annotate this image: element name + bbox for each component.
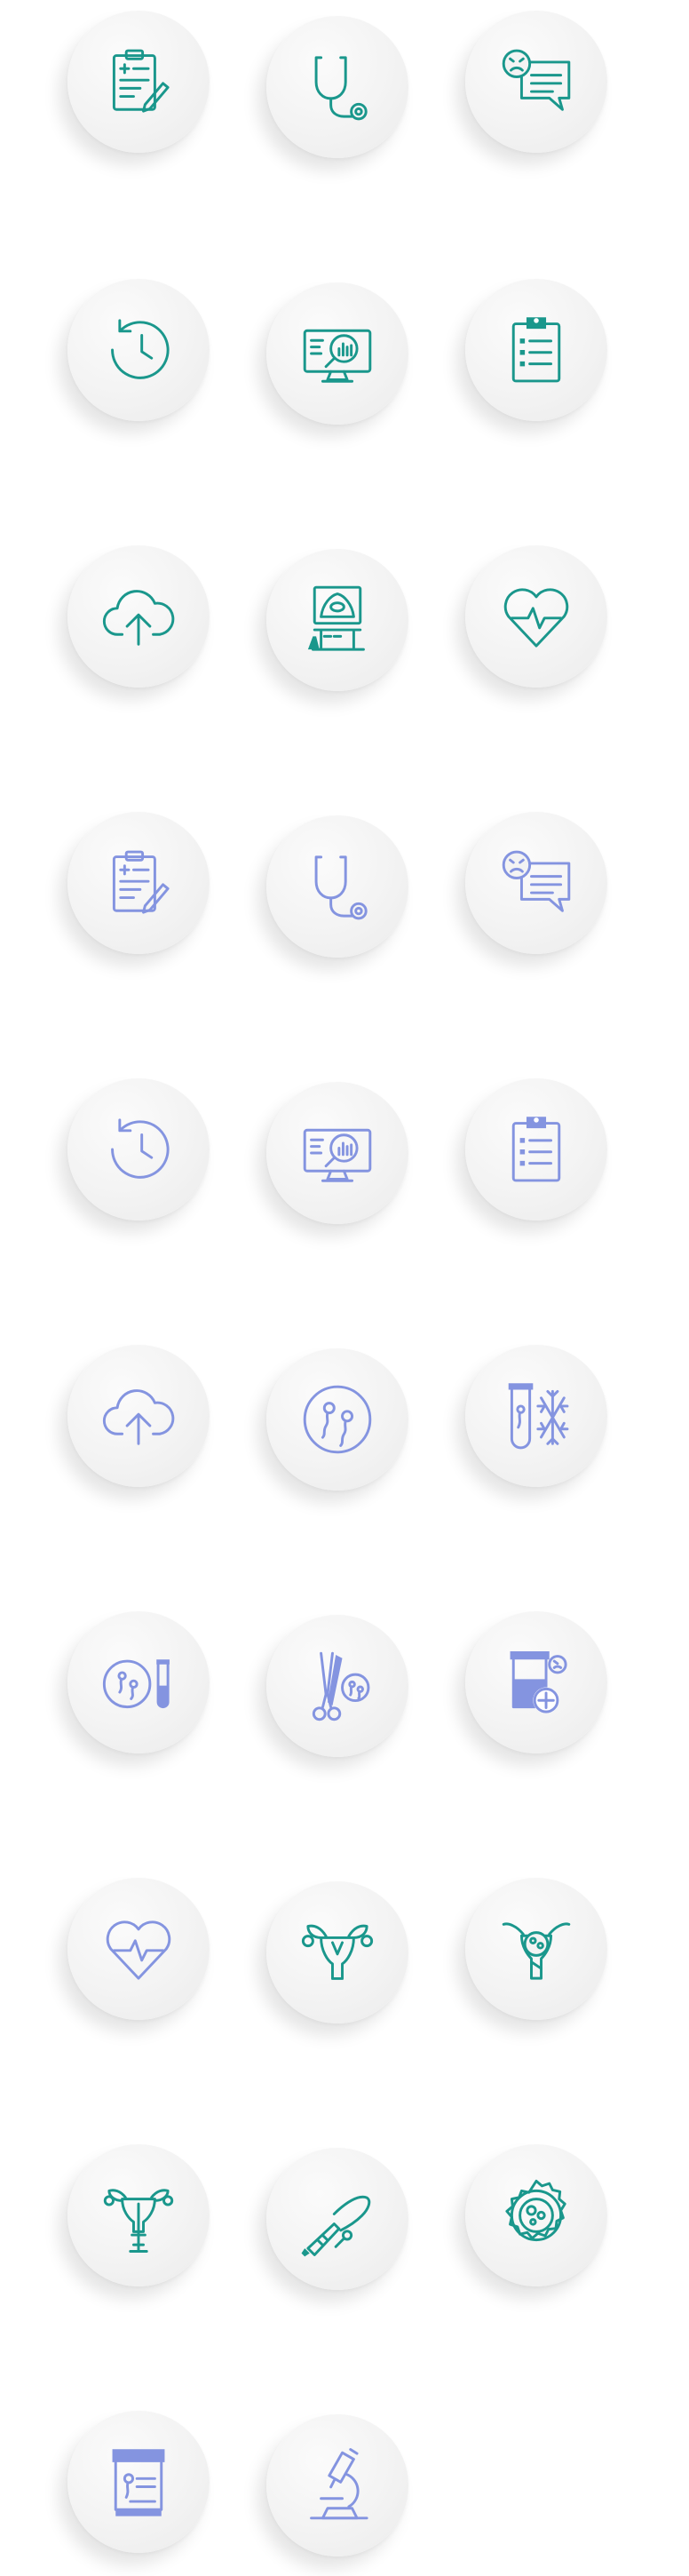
tile-monitor-analysis[interactable] <box>266 282 408 425</box>
tile-catheter-syringe[interactable] <box>266 2148 408 2290</box>
tile-medical-report-blue[interactable] <box>67 812 210 954</box>
sperm-freezing-icon <box>508 1383 569 1450</box>
tile-egg-cell[interactable] <box>465 2144 607 2286</box>
tile-history-clock-blue[interactable] <box>67 1078 210 1220</box>
ultrasound-machine-icon <box>307 585 365 651</box>
tile-lab-report-tablet[interactable] <box>67 2411 210 2553</box>
tile-uterus-insemination[interactable] <box>67 2144 210 2286</box>
icon-sheet <box>0 0 689 2576</box>
biopsy-forceps-icon <box>312 1651 370 1721</box>
tile-heart-pulse-blue[interactable] <box>67 1878 210 2020</box>
tile-cloud-upload-blue[interactable] <box>67 1345 210 1487</box>
tile-chat-consultation[interactable] <box>465 11 607 153</box>
medical-report-icon <box>112 49 170 113</box>
tile-stethoscope[interactable] <box>266 16 408 158</box>
tile-clipboard-checklist[interactable] <box>465 279 607 421</box>
tile-history-clock[interactable] <box>67 279 210 421</box>
sperm-petri-dish-icon <box>303 1385 372 1454</box>
catheter-syringe-icon <box>301 2195 371 2257</box>
tile-uterus-ovary[interactable] <box>465 1878 607 2020</box>
heart-pulse-icon <box>106 1920 171 1980</box>
heart-pulse-icon <box>503 588 569 648</box>
tile-stethoscope-blue[interactable] <box>266 815 408 958</box>
tile-heart-pulse[interactable] <box>465 545 607 688</box>
tile-microscope[interactable] <box>266 2414 408 2556</box>
monitor-analysis-icon <box>303 1128 372 1182</box>
history-clock-icon <box>111 319 170 379</box>
monitor-analysis-icon <box>303 329 372 383</box>
uterus-icon <box>301 1924 374 1980</box>
tile-monitor-analysis-blue[interactable] <box>266 1082 408 1224</box>
tile-specimen-container[interactable] <box>465 1611 607 1753</box>
chat-consultation-icon <box>502 49 571 111</box>
history-clock-icon <box>111 1118 170 1179</box>
specimen-container-icon <box>510 1651 567 1713</box>
microscope-icon <box>310 2448 368 2520</box>
chat-consultation-icon <box>502 850 571 912</box>
clipboard-checklist-icon <box>511 317 561 383</box>
tile-sperm-sample-tube[interactable] <box>67 1611 210 1753</box>
sperm-sample-tube-icon <box>102 1659 170 1709</box>
tile-cloud-upload[interactable] <box>67 545 210 688</box>
tile-sperm-petri-dish[interactable] <box>266 1348 408 1491</box>
lab-report-tablet-icon <box>112 2449 165 2516</box>
tile-biopsy-forceps[interactable] <box>266 1615 408 1757</box>
tile-uterus[interactable] <box>266 1881 408 2023</box>
clipboard-checklist-icon <box>511 1117 561 1182</box>
uterus-insemination-icon <box>103 2189 174 2253</box>
medical-report-icon <box>112 850 170 914</box>
stethoscope-icon <box>314 56 368 121</box>
tile-medical-report[interactable] <box>67 11 210 153</box>
egg-cell-icon <box>505 2179 566 2242</box>
tile-clipboard-checklist-blue[interactable] <box>465 1078 607 1220</box>
cloud-upload-icon <box>102 590 175 646</box>
cloud-upload-icon <box>102 1389 175 1445</box>
uterus-ovary-icon <box>502 1922 571 1980</box>
tile-chat-consultation-blue[interactable] <box>465 812 607 954</box>
tile-ultrasound-machine[interactable] <box>266 549 408 691</box>
tile-sperm-freezing[interactable] <box>465 1345 607 1487</box>
stethoscope-icon <box>314 855 368 920</box>
